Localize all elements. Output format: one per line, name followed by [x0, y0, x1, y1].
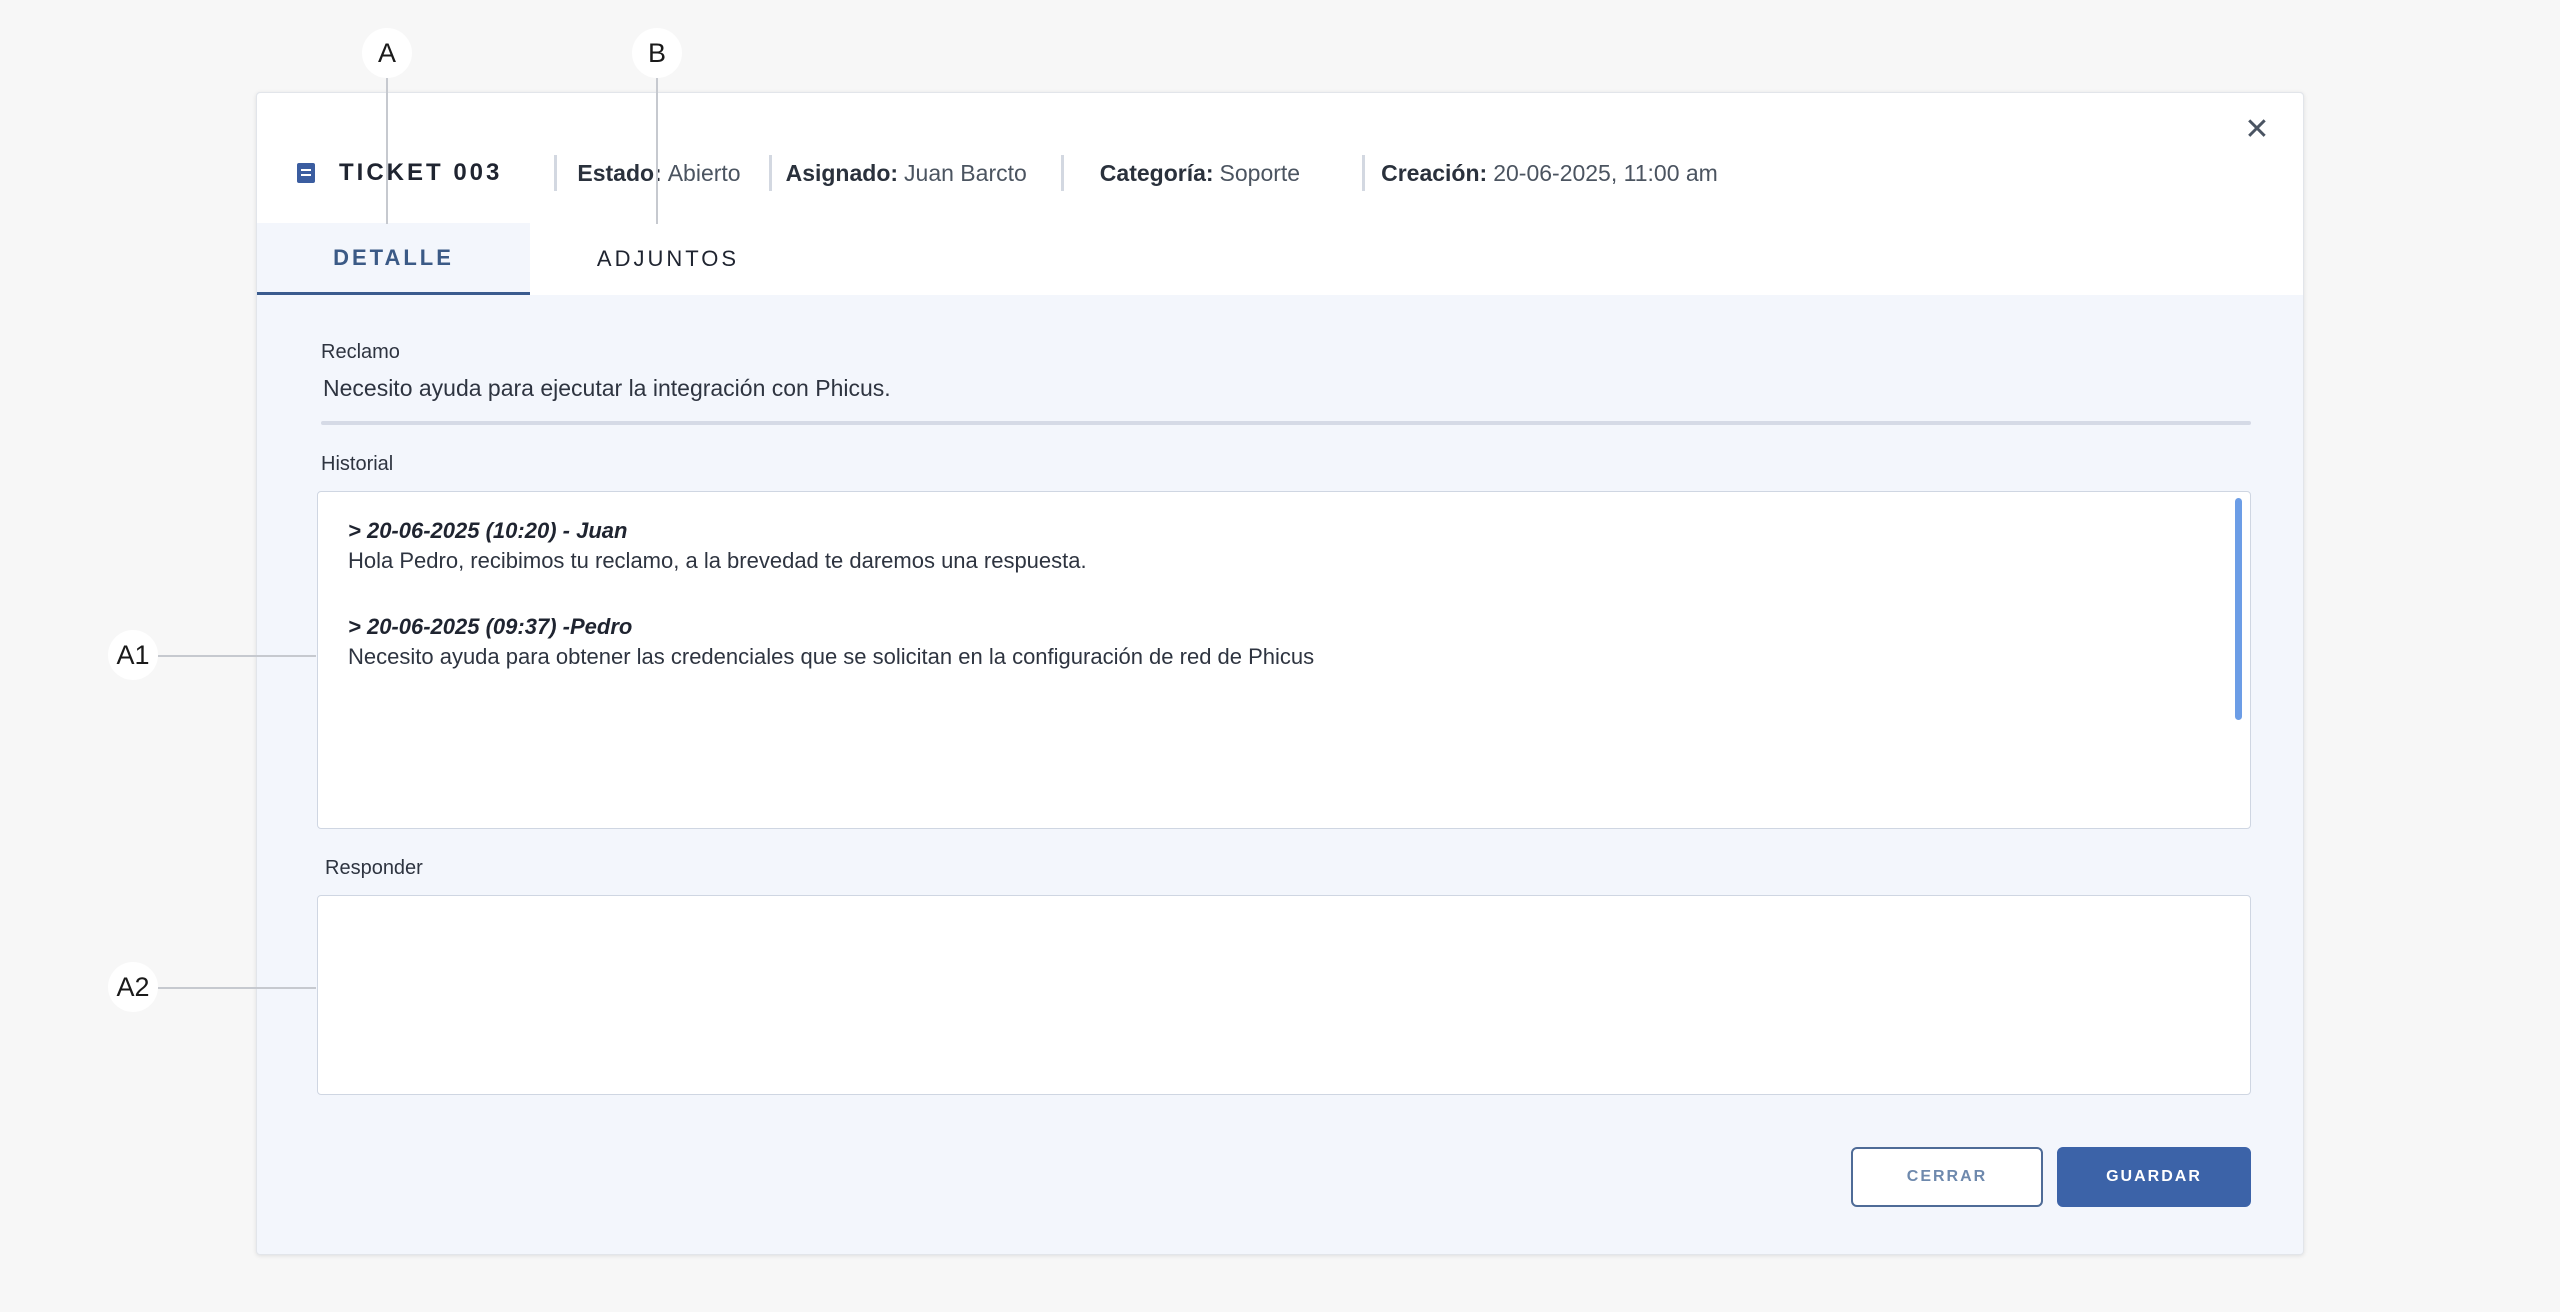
- meta-categoria-value: Soporte: [1219, 159, 1301, 186]
- reclamo-divider: [321, 421, 2251, 425]
- callout-a1-line: [158, 655, 316, 657]
- meta-asignado-label: Asignado:: [785, 159, 899, 186]
- cerrar-button[interactable]: CERRAR: [1851, 1147, 2043, 1207]
- meta-creacion-label: Creación:: [1381, 159, 1488, 186]
- guardar-button[interactable]: GUARDAR: [2057, 1147, 2251, 1207]
- callout-b-line: [656, 78, 658, 224]
- meta-asignado: Asignado: Juan Barcto: [768, 155, 1027, 191]
- historial-entry: > 20-06-2025 (10:20) - Juan Hola Pedro, …: [348, 516, 1314, 576]
- callout-a2-line: [158, 987, 316, 989]
- tab-detalle[interactable]: DETALLE: [257, 223, 530, 295]
- meta-estado-value: Abierto: [667, 159, 741, 186]
- ticket-title: TICKET 003: [339, 159, 503, 186]
- meta-estado-label: Estado:: [577, 159, 662, 186]
- historial-entry-body: Hola Pedro, recibimos tu reclamo, a la b…: [348, 548, 1087, 573]
- historial-box[interactable]: > 20-06-2025 (10:20) - Juan Hola Pedro, …: [317, 491, 2251, 829]
- responder-label: Responder: [325, 857, 423, 879]
- meta-categoria: Categoría: Soporte: [1060, 155, 1301, 191]
- tab-bar: DETALLE ADJUNTOS: [257, 223, 806, 295]
- reclamo-text: Necesito ayuda para ejecutar la integrac…: [323, 375, 891, 401]
- historial-content: > 20-06-2025 (10:20) - Juan Hola Pedro, …: [348, 516, 1314, 708]
- callout-a: A: [362, 28, 412, 78]
- callout-a1: A1: [108, 630, 158, 680]
- tab-adjuntos[interactable]: ADJUNTOS: [530, 223, 806, 295]
- callout-b: B: [632, 28, 682, 78]
- ticket-header: TICKET 003 Estado: Abierto Asignado: Jua…: [297, 143, 1718, 203]
- callout-a-line: [386, 78, 388, 224]
- responder-input[interactable]: [317, 895, 2251, 1095]
- meta-estado: Estado: Abierto: [554, 155, 741, 191]
- meta-creacion: Creación: 20-06-2025, 11:00 am: [1362, 155, 1718, 191]
- historial-entry-header: > 20-06-2025 (09:37) -Pedro: [348, 614, 633, 639]
- close-icon[interactable]: ✕: [2235, 107, 2279, 151]
- historial-label: Historial: [321, 453, 394, 475]
- callout-a2: A2: [108, 962, 158, 1012]
- historial-scrollbar[interactable]: [2235, 498, 2242, 720]
- ticket-modal: ✕ TICKET 003 Estado: Abierto Asignado: J…: [256, 92, 2304, 1255]
- historial-entry: > 20-06-2025 (09:37) -Pedro Necesito ayu…: [348, 612, 1314, 672]
- historial-entry-header: > 20-06-2025 (10:20) - Juan: [348, 518, 628, 543]
- historial-entry-body: Necesito ayuda para obtener las credenci…: [348, 644, 1315, 669]
- reclamo-label: Reclamo: [321, 341, 400, 363]
- meta-categoria-label: Categoría:: [1099, 159, 1214, 186]
- ticket-icon: [297, 163, 315, 183]
- meta-asignado-value: Juan Barcto: [904, 159, 1027, 186]
- meta-creacion-value: 20-06-2025, 11:00 am: [1493, 159, 1718, 186]
